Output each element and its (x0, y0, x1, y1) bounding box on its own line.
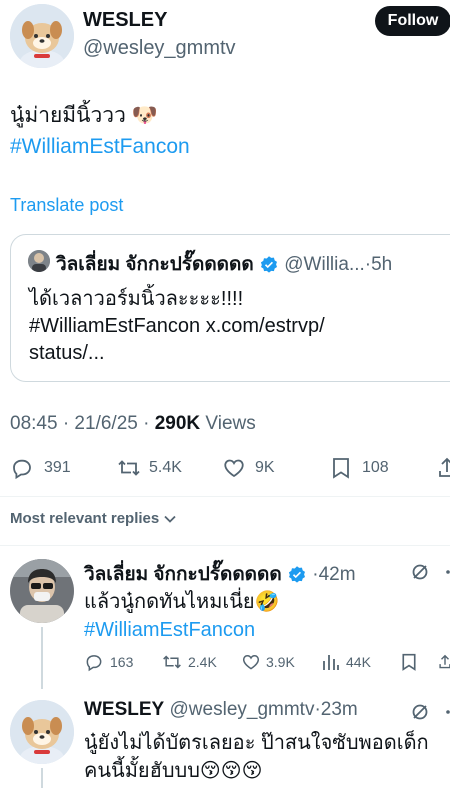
quote-text-line2: #WilliamEstFancon x.com/estrvp/ (29, 315, 325, 337)
views-label: Views (200, 413, 256, 434)
quote-author-handle: @Willia... (284, 254, 365, 275)
reply-count: 391 (44, 459, 71, 476)
person-avatar-icon (10, 559, 74, 623)
quote-time: ·5h (364, 254, 393, 275)
dog-avatar-icon (10, 4, 74, 68)
follow-button[interactable]: Follow (375, 6, 450, 36)
reply-views-action[interactable]: 44K (322, 652, 371, 672)
divider (0, 545, 450, 546)
post-meta: 08:45 · 21/6/25 · 290K Views (10, 413, 256, 435)
heart-icon (242, 654, 260, 670)
reply-header: WESLEY @wesley_gmmtv·23m (84, 699, 358, 721)
reply-reply-action[interactable]: 163 (84, 652, 133, 672)
repost-icon (118, 460, 140, 476)
repost-action[interactable]: 5.4K (117, 456, 182, 480)
grok-icon[interactable] (410, 702, 430, 722)
quote-text-line3: status/... (29, 342, 105, 364)
quote-header: วิลเลี่ยม จักกะปรั๊ดดดดด @Willia...·5h (56, 249, 392, 279)
reply-repost-action[interactable]: 2.4K (162, 652, 217, 672)
reply-avatar[interactable] (10, 559, 74, 623)
share-action[interactable] (437, 456, 450, 480)
quote-avatar[interactable] (28, 250, 50, 272)
quote-author-name: วิลเลี่ยม จักกะปรั๊ดดดดด (56, 254, 254, 275)
bookmark-icon[interactable] (400, 652, 418, 672)
reply-like-action[interactable]: 3.9K (241, 652, 295, 672)
like-action[interactable]: 9K (222, 456, 275, 480)
share-icon[interactable] (438, 652, 450, 672)
views-chart-icon (323, 655, 339, 670)
author-name[interactable]: WESLEY (83, 9, 167, 32)
more-options-icon[interactable] (442, 702, 450, 722)
translate-post-link[interactable]: Translate post (10, 195, 123, 216)
like-count: 9K (255, 459, 275, 476)
reply-like-count: 3.9K (266, 654, 295, 670)
verified-badge-icon (260, 256, 277, 273)
bookmark-icon (333, 458, 349, 479)
reply-header: วิลเลี่ยม จักกะปรั๊ดดดดด ·42m (84, 559, 356, 589)
post-hashtag[interactable]: #WilliamEstFancon (10, 132, 190, 161)
reply-action[interactable]: 391 (10, 456, 71, 480)
heart-icon (224, 459, 244, 478)
quote-text-line1: ได้เวลาวอร์มนิ้วละะะะ!!!! (29, 288, 244, 310)
post-text: นู๋ม่ายมีนิ้ววว 🐶 (10, 104, 158, 127)
reply-repost-count: 2.4K (188, 654, 217, 670)
repost-icon (163, 655, 181, 669)
quoted-post-card[interactable]: วิลเลี่ยม จักกะปรั๊ดดดดด @Willia...·5h ไ… (10, 234, 450, 382)
bookmark-action[interactable]: 108 (330, 456, 389, 480)
grok-icon[interactable] (410, 562, 430, 582)
reply-author-handle[interactable]: @wesley_gmmtv (170, 699, 315, 720)
reply-author-name[interactable]: วิลเลี่ยม จักกะปรั๊ดดดดด (84, 564, 282, 585)
post-timestamp[interactable]: 08:45 · 21/6/25 · (10, 413, 155, 434)
more-options-icon[interactable] (442, 562, 450, 582)
reply-avatar[interactable] (10, 700, 74, 764)
reply-author-name[interactable]: WESLEY (84, 699, 164, 720)
reply-text: แล้วนู๋กดทันไหมเนี่ย🤣 (84, 591, 280, 613)
author-handle[interactable]: @wesley_gmmtv (83, 37, 236, 60)
reply-time[interactable]: ·23m (314, 699, 357, 720)
reply-reply-count: 163 (110, 654, 134, 670)
reply-text-line1: นู๋ยังไม่ได้บัตรเลยอะ ป๊าสนใจซับพอดเด็ก (84, 732, 429, 754)
replies-filter-label: Most relevant replies (10, 510, 160, 527)
thread-line (41, 627, 43, 689)
dog-avatar-icon (10, 700, 74, 764)
bookmark-count: 108 (362, 459, 389, 476)
reply-hashtag[interactable]: #WilliamEstFancon (84, 616, 255, 645)
reply-text-line2: คนนี้มั้ยฮับบบ😚😚😚 (84, 760, 263, 782)
verified-badge-icon (288, 566, 305, 583)
chevron-down-icon (164, 515, 176, 523)
author-avatar[interactable] (10, 4, 74, 68)
views-count: 290K (154, 413, 201, 434)
thread-line (41, 768, 43, 788)
reply-icon (86, 655, 102, 672)
reply-icon (13, 459, 31, 480)
reply-views-count: 44K (346, 654, 371, 670)
person-avatar-icon (28, 250, 50, 272)
reply-time[interactable]: ·42m (312, 564, 355, 585)
share-icon (439, 457, 450, 477)
replies-filter-dropdown[interactable]: Most relevant replies (10, 510, 178, 527)
divider (0, 496, 450, 497)
repost-count: 5.4K (149, 459, 182, 476)
